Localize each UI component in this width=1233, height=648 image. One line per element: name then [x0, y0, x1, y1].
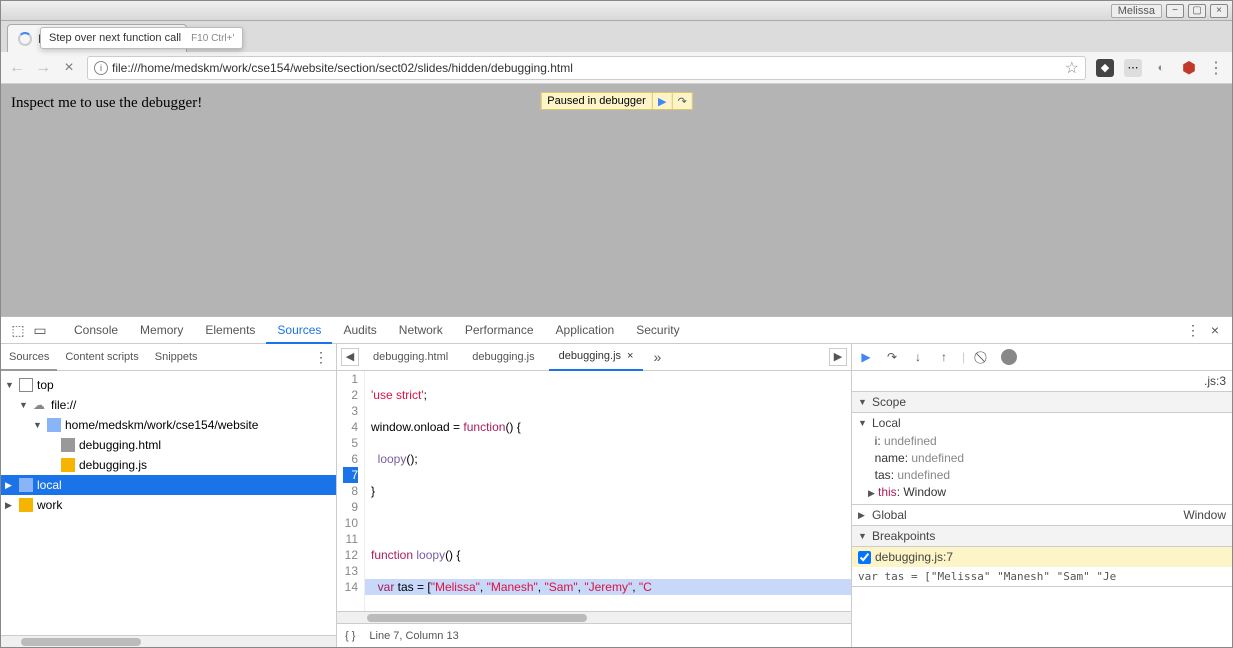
ublock-icon[interactable]: ⬢ [1180, 59, 1198, 77]
paused-label: Paused in debugger [541, 95, 651, 107]
resume-icon[interactable]: ▶ [858, 349, 874, 365]
step-over-icon[interactable]: ↷ [672, 93, 692, 109]
device-toggle-icon[interactable]: ▭ [29, 322, 51, 339]
devtools-close-icon[interactable]: × [1204, 322, 1226, 338]
tree-file[interactable]: debugging.js [1, 455, 336, 475]
paused-overlay: Paused in debugger ▶ ↷ [540, 92, 692, 110]
devtools-menu-icon[interactable]: ⋮ [1182, 322, 1204, 339]
loading-spinner-icon [18, 32, 32, 46]
devtools-tabbar: ⬚ ▭ Console Memory Elements Sources Audi… [1, 317, 1232, 344]
menu-icon[interactable]: ⋮ [1208, 60, 1224, 76]
os-username: Melissa [1111, 4, 1162, 18]
extension-icon[interactable]: ◆ [1096, 59, 1114, 77]
scope-local[interactable]: ▼Local [852, 413, 1232, 433]
tab-security[interactable]: Security [625, 317, 690, 344]
tree-path[interactable]: ▼home/medskm/work/cse154/website [1, 415, 336, 435]
more-tabs-icon[interactable]: » [647, 349, 667, 365]
back-icon[interactable]: ← [9, 60, 25, 76]
tab-memory[interactable]: Memory [129, 317, 194, 344]
page-content: Inspect me to use the debugger! Paused i… [1, 84, 1232, 316]
tree-folder-work[interactable]: ▶work [1, 495, 336, 515]
step-into-icon[interactable]: ↓ [910, 349, 926, 365]
tab-application[interactable]: Application [545, 317, 626, 344]
devtools: ⬚ ▭ Console Memory Elements Sources Audi… [1, 316, 1232, 647]
debugger-toolbar: ▶ ↷ ↓ ↑ | ⃠ Step over next function call… [852, 344, 1232, 371]
file-icon [61, 458, 75, 472]
folder-icon [19, 478, 33, 492]
step-out-icon[interactable]: ↑ [936, 349, 952, 365]
debugger-toggle-icon[interactable]: ▶ [829, 348, 847, 366]
bookmark-star-icon[interactable]: ☆ [1065, 58, 1079, 78]
tab-sources[interactable]: Sources [266, 317, 332, 344]
scope-vars: i: undefined name: undefined tas: undefi… [852, 433, 1232, 505]
code-editor[interactable]: 1234567891011121314 'use strict'; window… [337, 371, 851, 611]
tab-network[interactable]: Network [388, 317, 454, 344]
deactivate-breakpoints-icon[interactable]: ⃠ [975, 349, 991, 365]
nav-tab-snippets[interactable]: Snippets [147, 344, 206, 371]
pretty-print-icon[interactable]: { } [345, 630, 355, 642]
cursor-position: Line 7, Column 13 [369, 630, 458, 642]
info-icon[interactable]: i [94, 61, 108, 75]
breakpoint-code: var tas = ["Melissa" "Manesh" "Sam" "Je [852, 567, 1232, 587]
minimize-button[interactable]: − [1166, 4, 1184, 18]
debugger-pane: ▶ ↷ ↓ ↑ | ⃠ Step over next function call… [852, 344, 1232, 647]
close-button[interactable]: × [1210, 4, 1228, 18]
page-text: Inspect me to use the debugger! [11, 95, 202, 111]
file-icon [61, 438, 75, 452]
editor-pane: ◀ debugging.html debugging.js debugging.… [337, 344, 852, 647]
tab-audits[interactable]: Audits [332, 317, 387, 344]
step-over-icon[interactable]: ↷ [884, 349, 900, 365]
editor-tab[interactable]: debugging.js× [549, 344, 644, 371]
breakpoints-header[interactable]: ▼Breakpoints [852, 526, 1232, 547]
editor-tab[interactable]: debugging.js [462, 344, 544, 371]
browser-toolbar: ← → × i file:///home/medskm/work/cse154/… [1, 52, 1232, 84]
editor-status: { } Line 7, Column 13 [337, 623, 851, 647]
stop-icon[interactable]: × [61, 60, 77, 76]
address-bar[interactable]: i file:///home/medskm/work/cse154/websit… [87, 56, 1086, 80]
close-icon[interactable]: × [627, 343, 633, 370]
tree-file[interactable]: debugging.html [1, 435, 336, 455]
nav-more-icon[interactable]: ⋮ [306, 349, 336, 366]
tree-top[interactable]: ▼top [1, 375, 336, 395]
editor-scrollbar[interactable] [337, 611, 851, 623]
navigator-toggle-icon[interactable]: ◀ [341, 348, 359, 366]
extension-icon[interactable]: ◐ [1152, 59, 1170, 77]
cloud-icon: ☁ [33, 398, 47, 412]
folder-icon [19, 498, 33, 512]
os-titlebar: Melissa − ▢ × [1, 1, 1232, 21]
tooltip: Step over next function call F10 Ctrl+' [40, 27, 243, 49]
scope-global[interactable]: ▶GlobalWindow [852, 505, 1232, 526]
nav-tab-sources[interactable]: Sources [1, 344, 57, 371]
tree-folder-local[interactable]: ▶local [1, 475, 336, 495]
scope-header[interactable]: ▼Scope [852, 392, 1232, 413]
breakpoint-checkbox[interactable] [858, 551, 871, 564]
extension-icon[interactable]: ⋯ [1124, 59, 1142, 77]
pause-exceptions-icon[interactable] [1001, 349, 1017, 365]
tab-performance[interactable]: Performance [454, 317, 545, 344]
tab-elements[interactable]: Elements [194, 317, 266, 344]
watch-row[interactable]: w .js:3 [852, 371, 1232, 392]
maximize-button[interactable]: ▢ [1188, 4, 1206, 18]
navigator-pane: Sources Content scripts Snippets ⋮ ▼top … [1, 344, 337, 647]
breakpoint-item[interactable]: debugging.js:7 [852, 547, 1232, 567]
tab-console[interactable]: Console [63, 317, 129, 344]
code-lines: 'use strict'; window.onload = function()… [365, 371, 851, 611]
editor-tab[interactable]: debugging.html [363, 344, 458, 371]
frame-icon [19, 378, 33, 392]
file-tree: ▼top ▼☁file:// ▼home/medskm/work/cse154/… [1, 371, 336, 635]
forward-icon[interactable]: → [35, 60, 51, 76]
tree-scheme[interactable]: ▼☁file:// [1, 395, 336, 415]
nav-tab-content-scripts[interactable]: Content scripts [57, 344, 146, 371]
resume-icon[interactable]: ▶ [652, 93, 672, 109]
folder-icon [47, 418, 61, 432]
nav-scrollbar[interactable] [1, 635, 336, 647]
url-text: file:///home/medskm/work/cse154/website/… [112, 61, 573, 75]
inspect-element-icon[interactable]: ⬚ [7, 322, 29, 339]
